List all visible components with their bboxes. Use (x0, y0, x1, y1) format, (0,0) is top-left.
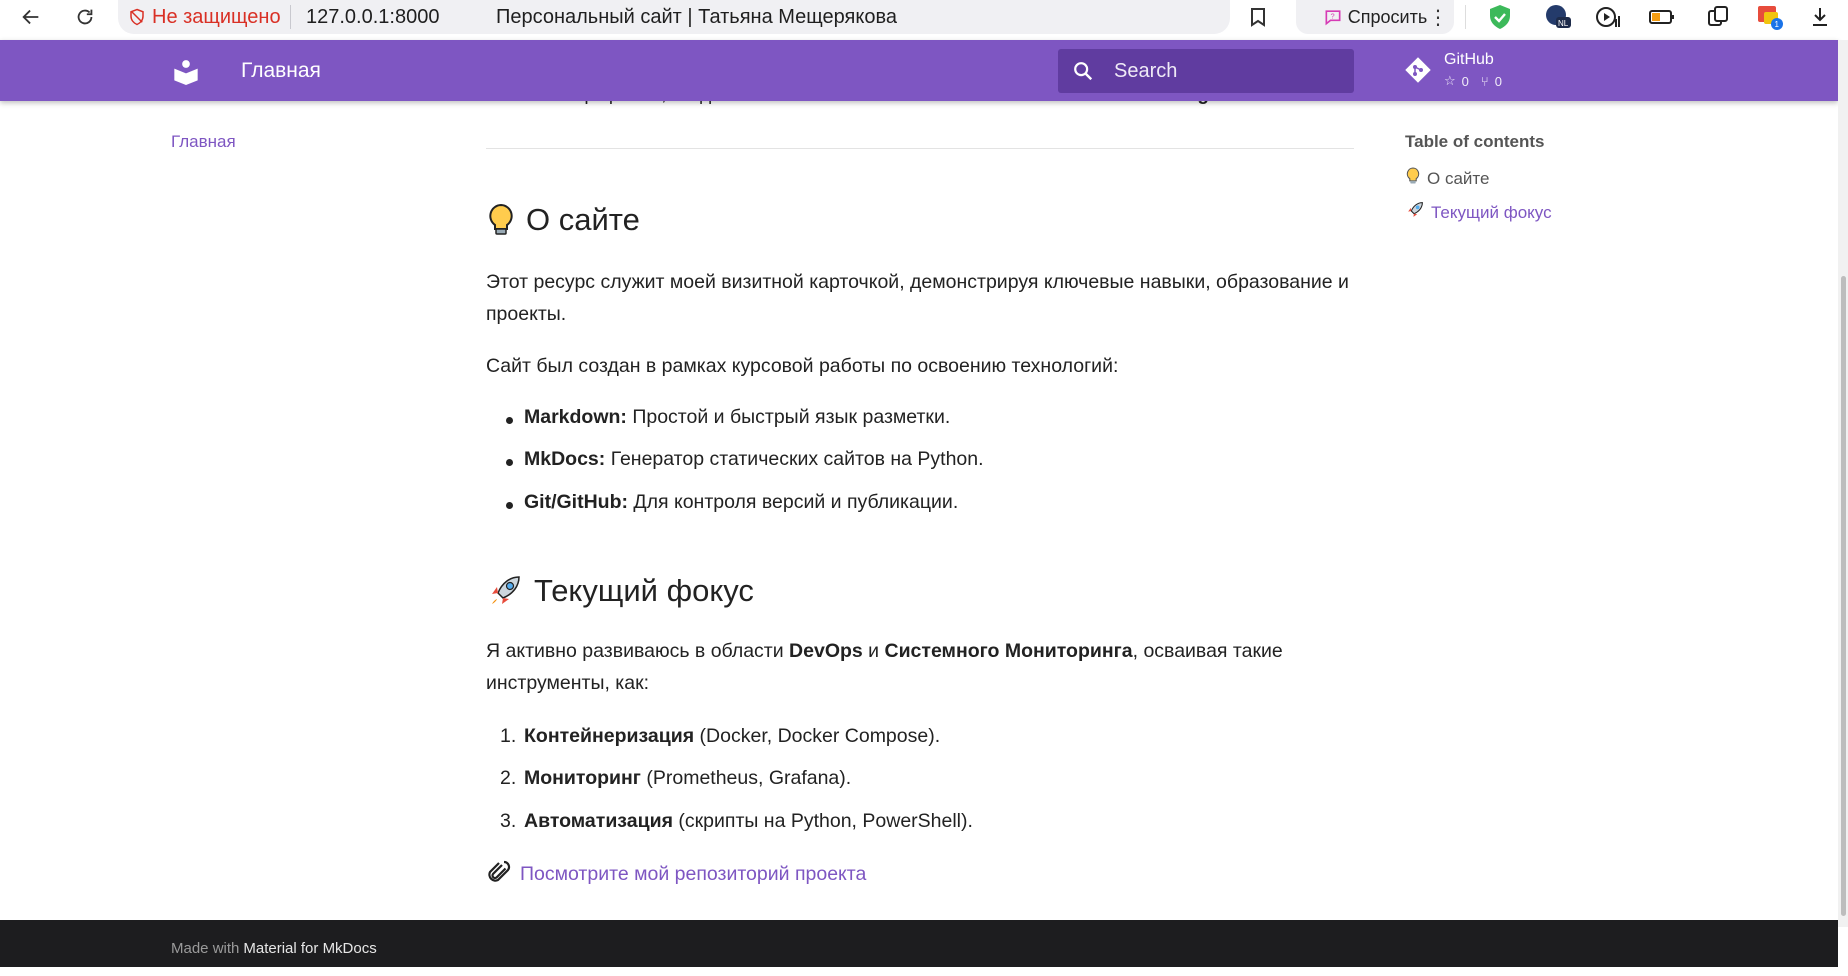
list-item: Автоматизация (скрипты на Python, PowerS… (524, 810, 973, 832)
shield-extension-icon[interactable] (1486, 3, 1514, 31)
ext-badge-text: 1 (1775, 20, 1780, 29)
repo-stars: 0 (1461, 73, 1469, 89)
site-header: Главная Search GitHub ☆ 0 ⑂ 0 (0, 40, 1838, 101)
lightbulb-icon (1405, 166, 1421, 191)
svg-text:?: ? (1330, 12, 1334, 21)
fork-icon: ⑂ (1480, 73, 1489, 89)
section-divider (486, 148, 1354, 149)
scrollbar-thumb[interactable] (1841, 276, 1846, 916)
footer-brand-link[interactable]: Material for MkDocs (243, 940, 376, 957)
reload-icon[interactable] (70, 0, 100, 34)
bookmark-icon[interactable] (1244, 0, 1272, 34)
about-paragraph-1: Этот ресурс служит моей визитной карточк… (486, 271, 1349, 325)
list-number: 1. (500, 725, 517, 747)
toc-title: Table of contents (1405, 132, 1545, 151)
not-secure-indicator[interactable]: Не защищено (128, 0, 281, 34)
nl-badge-text: NL (1558, 19, 1569, 28)
vpn-extension-icon[interactable]: NL (1544, 3, 1572, 31)
toc-item-about[interactable]: О сайте (1405, 166, 1489, 191)
list-number: 2. (500, 767, 517, 789)
list-item: Git/GitHub: Для контроля версий и публик… (524, 491, 959, 513)
list-item: Markdown: Простой и быстрый язык разметк… (524, 406, 951, 428)
book-logo-icon[interactable] (172, 57, 200, 85)
search-placeholder: Search (1114, 59, 1178, 82)
footer-credit: Made with Material for MkDocs (171, 920, 377, 976)
shield-warning-icon (130, 8, 144, 26)
about-paragraph-2: Сайт был создан в рамках курсовой работы… (486, 355, 1119, 377)
ask-label: Спросить (1347, 6, 1428, 27)
repo-forks: 0 (1494, 73, 1502, 89)
rocket-icon (486, 572, 524, 610)
lightbulb-icon (486, 203, 516, 237)
bullet-marker (506, 459, 513, 466)
ai-chat-icon: ? (1325, 10, 1341, 26)
tab-title: Персональный сайт | Татьяна Мещерякова (496, 5, 897, 28)
media-extension-icon[interactable] (1594, 3, 1622, 31)
browser-toolbar: Не защищено 127.0.0.1:8000 Персональный … (0, 0, 1848, 34)
search-input[interactable]: Search (1058, 49, 1354, 93)
focus-heading: Текущий фокус (486, 572, 754, 610)
repo-source-link[interactable]: GitHub ☆ 0 ⑂ 0 (1404, 50, 1544, 94)
translate-extension-icon[interactable]: 1 (1756, 3, 1784, 31)
site-title[interactable]: Главная (241, 40, 321, 101)
repo-facts: ☆ 0 ⑂ 0 (1444, 73, 1502, 89)
rocket-icon (1405, 200, 1425, 225)
downloads-icon[interactable] (1810, 3, 1830, 31)
tabs-extension-icon[interactable] (1704, 3, 1732, 31)
paperclip-icon (486, 859, 512, 889)
toc-item-focus[interactable]: Текущий фокус (1405, 200, 1552, 225)
bullet-marker (506, 502, 513, 509)
list-item: Контейнеризация (Docker, Docker Compose)… (524, 725, 941, 747)
bullet-marker (506, 417, 513, 424)
not-secure-label: Не защищено (152, 5, 281, 28)
back-icon[interactable] (16, 0, 46, 34)
address-divider (290, 5, 291, 29)
repo-link-row: Посмотрите мой репозиторий проекта (486, 859, 866, 889)
git-icon (1404, 56, 1432, 89)
more-menu-icon[interactable]: ⋮ (1426, 0, 1450, 34)
about-heading: О сайте (486, 202, 640, 238)
list-item: MkDocs: Генератор статических сайтов на … (524, 448, 984, 470)
repo-link[interactable]: Посмотрите мой репозиторий проекта (520, 863, 866, 886)
battery-extension-icon[interactable] (1648, 3, 1676, 31)
nav-item-home[interactable]: Главная (171, 132, 236, 152)
toolbar-divider (1465, 5, 1466, 29)
search-icon (1072, 60, 1094, 87)
url-text[interactable]: 127.0.0.1:8000 (306, 0, 439, 34)
star-icon: ☆ (1444, 73, 1456, 88)
footer-made-with: Made with (171, 939, 240, 957)
list-item: Мониторинг (Prometheus, Grafana). (524, 767, 852, 789)
repo-name: GitHub (1444, 51, 1494, 68)
site-footer: Made with Material for MkDocs (0, 920, 1838, 967)
list-number: 3. (500, 810, 517, 832)
focus-paragraph: Я активно развиваюсь в области DevOps и … (486, 640, 1283, 694)
